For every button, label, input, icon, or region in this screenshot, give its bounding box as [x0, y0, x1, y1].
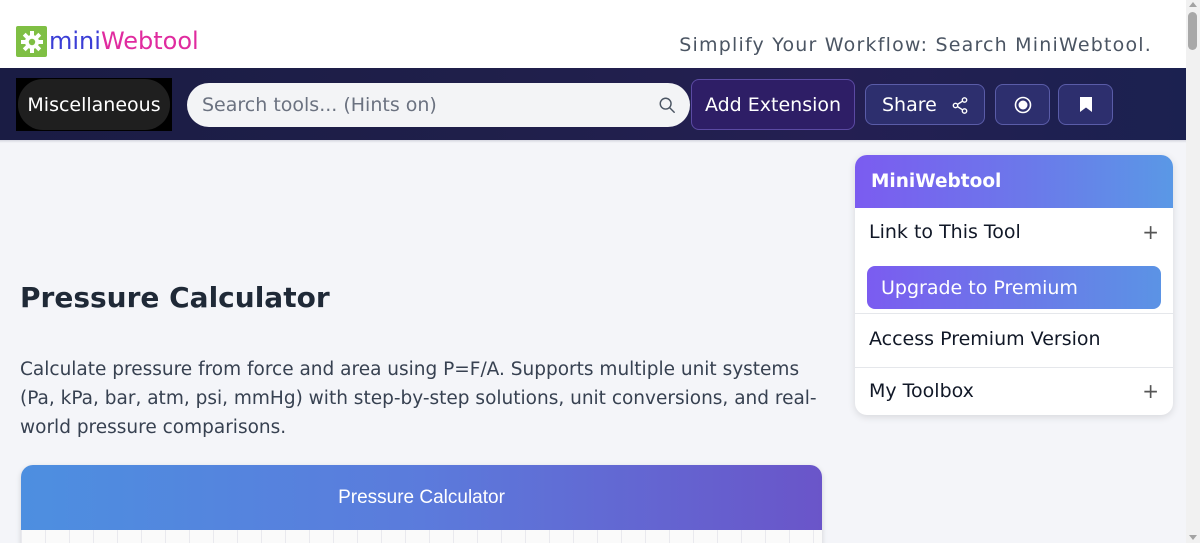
record-icon: [1014, 96, 1031, 113]
my-toolbox-item[interactable]: My Toolbox +: [855, 367, 1173, 415]
scroll-up-arrow-icon[interactable]: [1189, 2, 1197, 7]
logo-mini-text: mini: [49, 27, 101, 55]
record-button[interactable]: [995, 84, 1050, 125]
category-wrapper: Miscellaneous: [16, 78, 172, 131]
access-premium-item[interactable]: Access Premium Version: [855, 315, 1173, 363]
share-label: Share: [882, 93, 937, 116]
top-header: miniWebtool Simplify Your Workflow: Sear…: [0, 0, 1186, 68]
site-logo[interactable]: miniWebtool: [16, 26, 199, 57]
tagline: Simplify Your Workflow: Search MiniWebto…: [679, 34, 1152, 56]
sidebar-heading: MiniWebtool: [855, 155, 1173, 208]
logo-webtool-text: Webtool: [100, 27, 199, 55]
sidebar-panel: MiniWebtool Link to This Tool + Upgrade …: [855, 155, 1173, 415]
calculator-card: Pressure Calculator: [21, 465, 822, 543]
add-extension-button[interactable]: Add Extension: [691, 79, 855, 130]
bookmark-icon: [1079, 97, 1092, 112]
calculator-header: Pressure Calculator: [21, 465, 822, 530]
search-input[interactable]: [202, 94, 642, 116]
access-premium-label: Access Premium Version: [869, 328, 1101, 350]
scroll-down-arrow-icon[interactable]: [1189, 535, 1197, 540]
plus-icon[interactable]: +: [1142, 379, 1159, 403]
bookmark-button[interactable]: [1058, 84, 1113, 125]
search-box[interactable]: [187, 83, 690, 127]
navbar: Miscellaneous Add Extension Share: [0, 68, 1186, 140]
navbar-shadow: [0, 140, 1186, 143]
share-icon: [952, 97, 968, 114]
link-to-tool-label: Link to This Tool: [869, 221, 1021, 243]
scrollbar[interactable]: [1186, 0, 1200, 543]
scroll-thumb[interactable]: [1188, 12, 1197, 50]
divider: [855, 313, 1173, 314]
plus-icon[interactable]: +: [1142, 220, 1159, 244]
page-title: Pressure Calculator: [20, 281, 330, 314]
gear-icon: [16, 26, 47, 57]
link-to-tool-item[interactable]: Link to This Tool +: [855, 208, 1173, 256]
category-button[interactable]: Miscellaneous: [18, 79, 170, 130]
share-button[interactable]: Share: [865, 84, 985, 125]
my-toolbox-label: My Toolbox: [869, 380, 974, 402]
logo-text: miniWebtool: [49, 26, 199, 57]
upgrade-premium-button[interactable]: Upgrade to Premium: [867, 266, 1161, 309]
calculator-body: [21, 530, 822, 543]
tool-description: Calculate pressure from force and area u…: [20, 359, 817, 438]
search-icon[interactable]: [658, 96, 676, 114]
